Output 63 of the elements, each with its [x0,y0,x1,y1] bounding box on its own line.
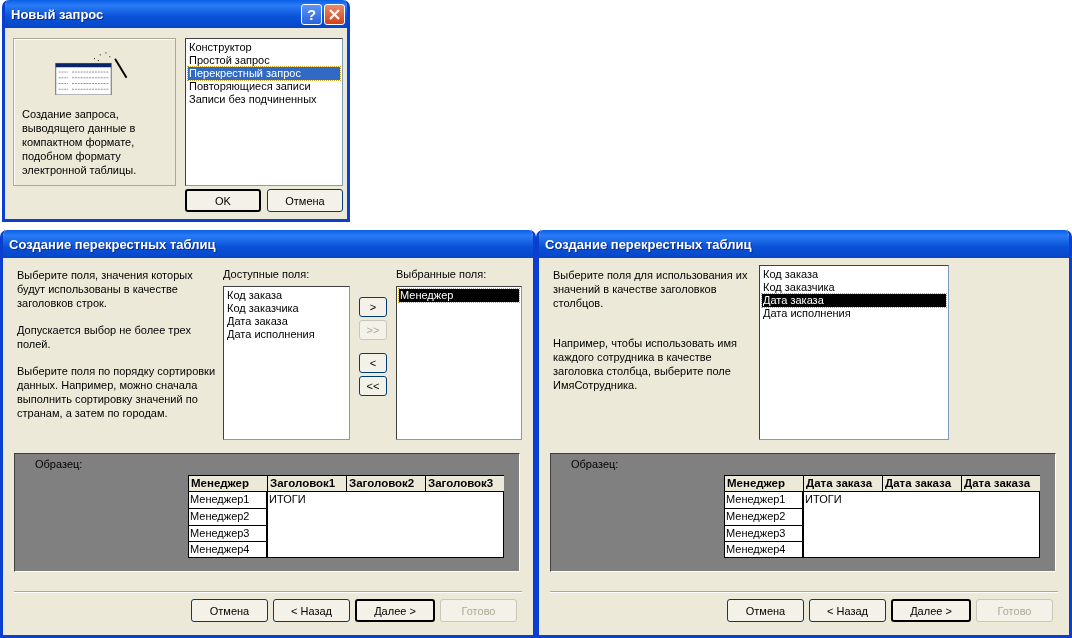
list-item[interactable]: Дата исполнения [762,307,946,320]
list-item[interactable]: Дата заказа [226,315,347,328]
sample-label: Образец: [571,458,619,470]
row-header-cell: Менеджер2 [188,509,267,526]
wizard-button[interactable]: Отмена [191,599,268,622]
wizard-button[interactable]: Далее > [355,599,435,622]
row-header-cell: Менеджер3 [188,526,267,542]
dialog-button[interactable]: Отмена [267,189,343,212]
list-item[interactable]: Код заказа [226,289,347,302]
available-fields-list[interactable]: Код заказа Код заказчика Дата заказа Дата исполнения [223,286,350,440]
wizard-button[interactable]: < Назад [273,599,350,622]
window-title: Создание перекрестных таблиц [545,236,753,252]
list-item[interactable]: Конструктор [188,41,340,54]
window-title: Новый запрос [11,6,105,22]
totals-cell: ИТОГИ [803,492,1040,558]
list-item[interactable]: Простой запрос [188,54,340,67]
description-text: Создание запроса, выводящего данные в компактном формате, подобном формату электронной таблицы. [22,107,138,177]
close-icon [329,8,340,20]
row-header-cell: Менеджер2 [724,509,803,526]
list-item[interactable]: Менеджер [399,289,519,302]
instruction-text: Допускается выбор не более трех полей. [17,323,192,351]
row-header-cell: Менеджер1 [724,492,803,509]
help-button[interactable]: ? [301,3,322,25]
move-button[interactable]: << [359,376,387,396]
list-item[interactable]: Дата исполнения [226,328,347,341]
list-item[interactable]: Дата заказа [762,294,946,307]
instruction-text: Выберите поля, значения которых будут использованы в качестве заголовков строк. [17,268,194,310]
totals-cell: ИТОГИ [267,492,504,558]
column-header: Менеджер [188,475,267,492]
list-item[interactable]: Повторяющиеся записи [188,80,340,93]
wizard-button[interactable]: Далее > [891,599,971,622]
column-header: Заголовок3 [425,475,504,492]
row-header-cell: Менеджер4 [724,542,803,558]
instruction-text: Выберите поля по порядку сортировки данных. Например, можно сначала выполнить сортировку значений по странам, а затем по городам. [17,364,217,420]
sample-label: Образец: [35,458,83,470]
list-label: Доступные поля: [223,268,311,280]
fields-list[interactable]: Код заказа Код заказчика Дата заказа Дата исполнения [759,265,949,440]
column-header: Дата заказа [882,475,961,492]
window-title: Создание перекрестных таблиц [9,236,217,252]
list-item[interactable]: Код заказчика [762,281,946,294]
list-item[interactable]: Код заказа [762,268,946,281]
column-header: Заголовок1 [267,475,346,492]
close-button[interactable] [324,3,345,25]
row-header-cell: Менеджер3 [724,526,803,542]
column-header: Менеджер [724,475,803,492]
query-type-list[interactable]: Конструктор Простой запрос Перекрестный запрос Повторяющиеся записи Записи без подчиненных [185,38,343,186]
list-item[interactable]: Перекрестный запрос [188,67,340,80]
instruction-text: Например, чтобы использовать имя каждого сотрудника в качестве заголовка столбца, выберите поле ИмяСотрудника. [553,336,738,392]
move-button[interactable]: < [359,353,387,373]
wizard-button[interactable]: Отмена [727,599,804,622]
row-header-cell: Менеджер4 [188,542,267,558]
row-header-cell: Менеджер1 [188,492,267,509]
column-header: Заголовок2 [346,475,425,492]
dialog-button[interactable]: OK [185,189,261,212]
list-label: Выбранные поля: [396,268,488,280]
move-button[interactable]: > [359,297,387,317]
selected-fields-list[interactable]: Менеджер [396,286,522,440]
column-header: Дата заказа [961,475,1040,492]
list-item[interactable]: Код заказчика [226,302,347,315]
instruction-text: Выберите поля для использования их значений в качестве заголовков столбцов. [553,268,749,310]
wizard-button[interactable]: < Назад [809,599,886,622]
column-header: Дата заказа [803,475,882,492]
list-item[interactable]: Записи без подчиненных [188,93,340,106]
